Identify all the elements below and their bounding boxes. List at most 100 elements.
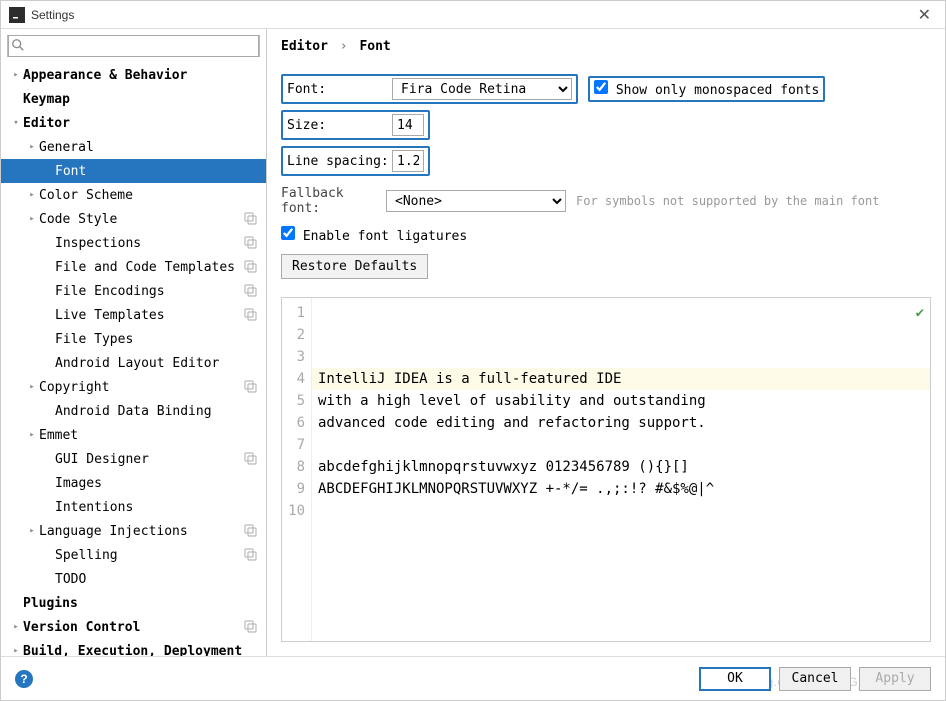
fallback-label: Fallback font:: [281, 186, 386, 216]
tree-item[interactable]: Keymap: [1, 87, 266, 111]
line-number: 2: [282, 324, 305, 346]
preview-line: [318, 544, 924, 566]
preview-line: abcdefghijklmnopqrstuvwxyz 0123456789 ()…: [318, 456, 924, 478]
help-icon[interactable]: ?: [15, 670, 33, 688]
chevron-right-icon: ▸: [25, 142, 39, 152]
line-spacing-input[interactable]: [392, 150, 424, 172]
tree-item[interactable]: Android Layout Editor: [1, 351, 266, 375]
tree-item[interactable]: ▸Build, Execution, Deployment: [1, 639, 266, 656]
preview-line: ABCDEFGHIJKLMNOPQRSTUVWXYZ +-*/= .,;:!? …: [318, 478, 924, 500]
tree-item[interactable]: ▸General: [1, 135, 266, 159]
show-monospaced-checkbox[interactable]: Show only monospaced fonts: [594, 80, 819, 98]
tree-item-label: Live Templates: [55, 308, 240, 323]
line-spacing-label: Line spacing:: [287, 154, 392, 169]
tree-item-label: Font: [55, 164, 258, 179]
font-label: Font:: [287, 82, 392, 97]
size-input[interactable]: [392, 114, 424, 136]
tree-item[interactable]: ▸Language Injections: [1, 519, 266, 543]
tree-item[interactable]: File Encodings: [1, 279, 266, 303]
tree-item[interactable]: File and Code Templates: [1, 255, 266, 279]
preview-code: ✔ IntelliJ IDEA is a full-featured IDEwi…: [312, 298, 930, 641]
tree-item[interactable]: ▸Version Control: [1, 615, 266, 639]
project-scope-icon: [244, 212, 258, 226]
restore-defaults-button[interactable]: Restore Defaults: [281, 254, 428, 279]
fallback-select[interactable]: <None>: [386, 190, 566, 212]
sidebar: ▸Appearance & BehaviorKeymap▾Editor▸Gene…: [1, 29, 267, 656]
search-input[interactable]: [8, 35, 259, 57]
chevron-right-icon: ▸: [9, 646, 23, 656]
close-icon[interactable]: ✕: [912, 3, 937, 27]
tree-item-label: File and Code Templates: [55, 260, 240, 275]
breadcrumb-part: Font: [359, 39, 390, 54]
project-scope-icon: [244, 308, 258, 322]
tree-item[interactable]: Font: [1, 159, 266, 183]
search-box: [1, 29, 266, 63]
tree-item[interactable]: Spelling: [1, 543, 266, 567]
tree-item-label: General: [39, 140, 258, 155]
tree-item[interactable]: TODO: [1, 567, 266, 591]
apply-button[interactable]: Apply: [859, 667, 931, 691]
project-scope-icon: [244, 452, 258, 466]
tree-item-label: Language Injections: [39, 524, 240, 539]
tree-item[interactable]: File Types: [1, 327, 266, 351]
tree-item[interactable]: Live Templates: [1, 303, 266, 327]
tree-item-label: Emmet: [39, 428, 258, 443]
chevron-right-icon: ▸: [25, 526, 39, 536]
tree-item-label: File Encodings: [55, 284, 240, 299]
project-scope-icon: [244, 284, 258, 298]
chevron-down-icon: ▾: [9, 118, 23, 128]
line-number: 5: [282, 390, 305, 412]
tree-item[interactable]: Android Data Binding: [1, 399, 266, 423]
tree-item-label: Appearance & Behavior: [23, 68, 258, 83]
chevron-right-icon: ▸: [25, 214, 39, 224]
preview-gutter: 12345678910: [282, 298, 312, 641]
tree-item-label: Copyright: [39, 380, 240, 395]
line-number: 6: [282, 412, 305, 434]
tree-item[interactable]: GUI Designer: [1, 447, 266, 471]
preview-line: IntelliJ IDEA is a full-featured IDE: [318, 368, 924, 390]
tree-item-label: Android Data Binding: [55, 404, 258, 419]
chevron-right-icon: ▸: [25, 382, 39, 392]
font-select[interactable]: Fira Code Retina: [392, 78, 572, 100]
breadcrumb: Editor › Font: [267, 29, 945, 64]
tree-item[interactable]: ▸Color Scheme: [1, 183, 266, 207]
chevron-right-icon: ▸: [25, 430, 39, 440]
tree-item[interactable]: Intentions: [1, 495, 266, 519]
tree-item-label: Keymap: [23, 92, 258, 107]
search-icon: [11, 38, 25, 55]
tree-item[interactable]: ▸Copyright: [1, 375, 266, 399]
tree-item[interactable]: Images: [1, 471, 266, 495]
project-scope-icon: [244, 260, 258, 274]
app-icon: [9, 7, 25, 23]
tree-item[interactable]: ▸Emmet: [1, 423, 266, 447]
tree-item[interactable]: ▸Appearance & Behavior: [1, 63, 266, 87]
line-number: 3: [282, 346, 305, 368]
tree-item-label: Color Scheme: [39, 188, 258, 203]
tree-item-label: Images: [55, 476, 258, 491]
tree-item[interactable]: Plugins: [1, 591, 266, 615]
ok-button[interactable]: OK: [699, 667, 771, 691]
breadcrumb-part: Editor: [281, 39, 328, 54]
preview-line: [318, 522, 924, 544]
tree-item[interactable]: ▾Editor: [1, 111, 266, 135]
main-panel: Editor › Font Font: Fira Code Retina Sho…: [267, 29, 945, 656]
tree-item-label: Android Layout Editor: [55, 356, 258, 371]
tree-item[interactable]: ▸Code Style: [1, 207, 266, 231]
check-icon: ✔: [916, 302, 924, 324]
tree-item-label: GUI Designer: [55, 452, 240, 467]
line-number: 4: [282, 368, 305, 390]
line-number: 7: [282, 434, 305, 456]
cancel-button[interactable]: Cancel: [779, 667, 851, 691]
tree-item-label: Editor: [23, 116, 258, 131]
tree-item-label: Spelling: [55, 548, 240, 563]
chevron-right-icon: ▸: [9, 622, 23, 632]
line-number: 9: [282, 478, 305, 500]
project-scope-icon: [244, 380, 258, 394]
tree-item-label: TODO: [55, 572, 258, 587]
chevron-right-icon: ▸: [9, 70, 23, 80]
ligatures-checkbox[interactable]: Enable font ligatures: [281, 226, 467, 244]
chevron-right-icon: ▸: [25, 190, 39, 200]
line-number: 1: [282, 302, 305, 324]
tree-item-label: Inspections: [55, 236, 240, 251]
tree-item[interactable]: Inspections: [1, 231, 266, 255]
